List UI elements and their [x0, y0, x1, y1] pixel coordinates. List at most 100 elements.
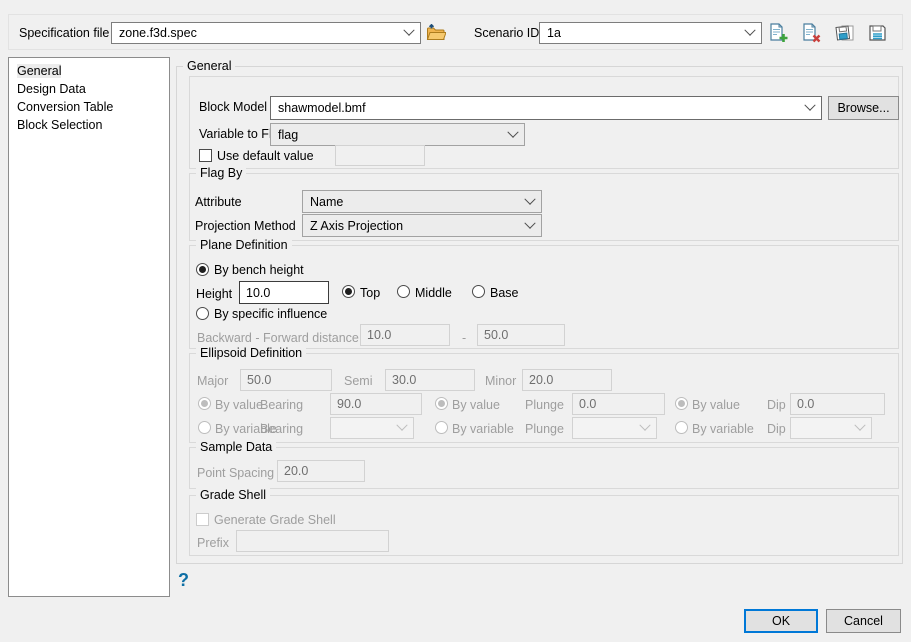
forward-distance-input [477, 324, 565, 346]
plunge-variable-dropdown [572, 417, 657, 439]
block-model-value: shawmodel.bmf [278, 101, 802, 115]
grade-shell-title: Grade Shell [196, 488, 270, 502]
minor-label: Minor [485, 374, 516, 388]
attribute-value: Name [310, 195, 522, 209]
default-value-input [335, 145, 425, 166]
variable-to-flag-value: flag [278, 128, 505, 142]
attribute-label: Attribute [195, 195, 242, 209]
ellipsoid-definition-title: Ellipsoid Definition [196, 346, 306, 360]
sidebar-item-block-selection[interactable]: Block Selection [9, 116, 169, 134]
plane-definition-group: Plane Definition By bench height Height … [189, 245, 899, 349]
dip-by-value-radio [675, 397, 688, 410]
by-specific-influence-radio[interactable] [196, 307, 209, 320]
chevron-down-icon [396, 420, 407, 431]
plunge-by-variable-label: By variable [452, 422, 514, 436]
middle-radio[interactable] [397, 285, 410, 298]
top-radio[interactable] [342, 285, 355, 298]
top-label: Top [360, 286, 380, 300]
by-bench-height-label: By bench height [214, 263, 304, 277]
prefix-input [236, 530, 389, 552]
variable-to-flag-dropdown[interactable]: flag [270, 123, 525, 146]
general-group: General Block Model shawmodel.bmf Browse… [176, 66, 903, 564]
sidebar-item-design-data[interactable]: Design Data [9, 80, 169, 98]
dip-by-variable-label: By variable [692, 422, 754, 436]
spec-file-label: Specification file [19, 26, 109, 40]
browse-button[interactable]: Browse... [828, 96, 899, 120]
bearing-label: Bearing [260, 398, 303, 412]
ellipsoid-definition-group: Ellipsoid Definition Major Semi Minor By… [189, 353, 899, 443]
bearing-variable-caption: Bearing [260, 422, 303, 436]
save-scenario-icon[interactable] [866, 22, 888, 44]
minor-input [522, 369, 612, 391]
use-default-value-checkbox[interactable] [199, 149, 212, 162]
flag-by-title: Flag By [196, 166, 246, 180]
plunge-label: Plunge [525, 398, 564, 412]
dip-by-value-label: By value [692, 398, 740, 412]
height-input[interactable] [239, 281, 329, 304]
plunge-by-value-label: By value [452, 398, 500, 412]
height-label: Height [196, 287, 232, 301]
plunge-value-input [572, 393, 665, 415]
open-folder-icon[interactable] [425, 21, 447, 43]
topbar: Specification file zone.f3d.spec Scenari… [8, 14, 903, 50]
dip-by-variable-radio [675, 421, 688, 434]
base-label: Base [490, 286, 519, 300]
major-input [240, 369, 332, 391]
chevron-down-icon [744, 25, 755, 36]
plane-definition-title: Plane Definition [196, 238, 292, 252]
dip-variable-dropdown [790, 417, 872, 439]
block-model-label: Block Model [199, 100, 267, 114]
help-icon[interactable]: ? [178, 570, 189, 591]
dip-label: Dip [767, 398, 786, 412]
semi-label: Semi [344, 374, 372, 388]
bearing-by-value-radio [198, 397, 211, 410]
projection-method-dropdown[interactable]: Z Axis Projection [302, 214, 542, 237]
scenario-id-label: Scenario ID [474, 26, 539, 40]
general-group-title: General [183, 59, 235, 73]
sample-data-group: Sample Data Point Spacing [189, 447, 899, 489]
point-spacing-label: Point Spacing [197, 466, 274, 480]
bearing-variable-dropdown [330, 417, 414, 439]
sample-data-title: Sample Data [196, 440, 276, 454]
use-default-value-label: Use default value [217, 149, 314, 163]
backward-distance-input [360, 324, 450, 346]
delete-scenario-icon[interactable] [800, 22, 822, 44]
cancel-button[interactable]: Cancel [826, 609, 901, 633]
bearing-value-input [330, 393, 422, 415]
spec-file-combobox[interactable]: zone.f3d.spec [111, 22, 421, 44]
range-separator: - [462, 331, 466, 345]
attribute-dropdown[interactable]: Name [302, 190, 542, 213]
scenario-id-combobox[interactable]: 1a [539, 22, 762, 44]
save-as-scenario-icon[interactable] [833, 22, 855, 44]
chevron-down-icon [854, 420, 865, 431]
block-model-combobox[interactable]: shawmodel.bmf [270, 96, 822, 120]
dip-variable-caption: Dip [767, 422, 786, 436]
chevron-down-icon [524, 193, 535, 204]
by-specific-influence-label: By specific influence [214, 307, 327, 321]
bearing-by-variable-radio [198, 421, 211, 434]
add-scenario-icon[interactable] [767, 22, 789, 44]
chevron-down-icon [403, 25, 414, 36]
plunge-by-variable-radio [435, 421, 448, 434]
grade-shell-group: Grade Shell Generate Grade Shell Prefix [189, 495, 899, 556]
generate-grade-shell-checkbox [196, 513, 209, 526]
flag-by-zone-dialog: Specification file zone.f3d.spec Scenari… [0, 0, 911, 642]
projection-method-label: Projection Method [195, 219, 296, 233]
chevron-down-icon [524, 217, 535, 228]
sidebar-item-conversion-table[interactable]: Conversion Table [9, 98, 169, 116]
ok-button[interactable]: OK [744, 609, 818, 633]
semi-input [385, 369, 475, 391]
sidebar-item-general[interactable]: General [9, 62, 169, 80]
chevron-down-icon [639, 420, 650, 431]
middle-label: Middle [415, 286, 452, 300]
major-label: Major [197, 374, 228, 388]
backward-forward-label: Backward - Forward distance [197, 331, 359, 345]
by-bench-height-radio[interactable] [196, 263, 209, 276]
bearing-by-value-label: By value [215, 398, 263, 412]
page-list: General Design Data Conversion Table Blo… [8, 57, 170, 597]
base-radio[interactable] [472, 285, 485, 298]
spec-file-value: zone.f3d.spec [119, 26, 401, 40]
point-spacing-input [277, 460, 365, 482]
generate-grade-shell-label: Generate Grade Shell [214, 513, 336, 527]
projection-method-value: Z Axis Projection [310, 219, 522, 233]
